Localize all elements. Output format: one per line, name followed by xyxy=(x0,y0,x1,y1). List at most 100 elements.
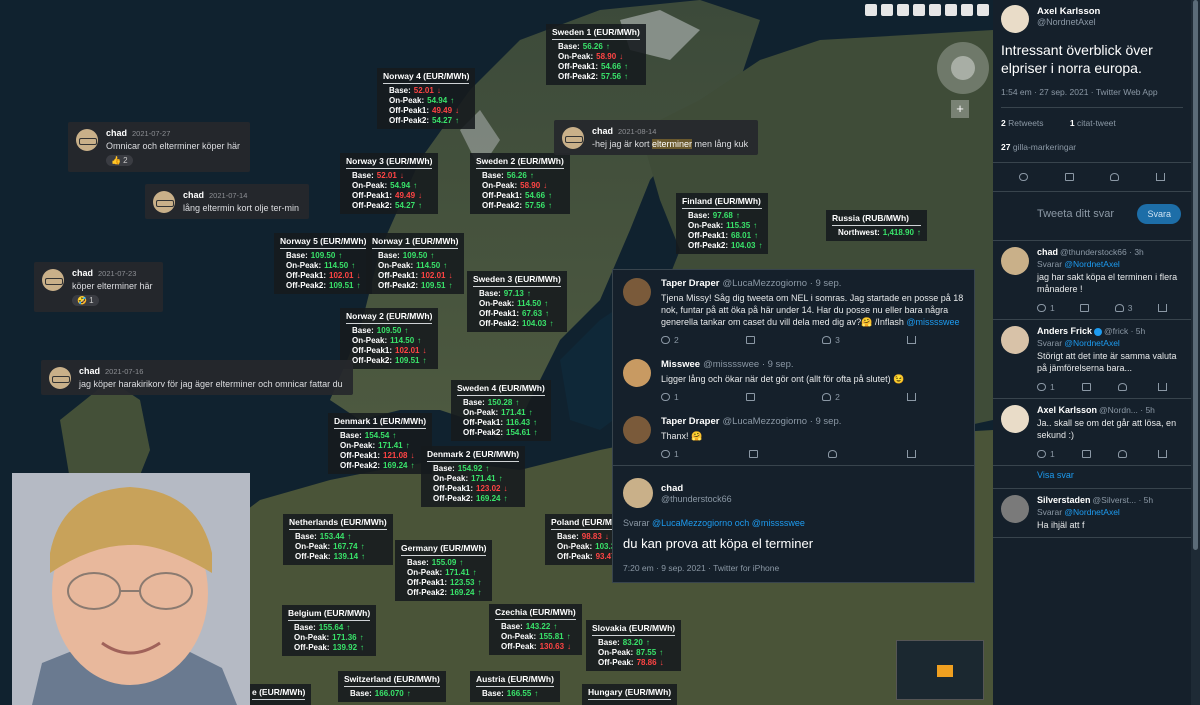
chat-author[interactable]: chad xyxy=(183,190,204,200)
retweet-button[interactable] xyxy=(745,335,755,345)
reply-tweet-last[interactable]: Silverstaden @Silverst... · 5h Svarar @No… xyxy=(993,489,1191,538)
reply-button[interactable]: 1 xyxy=(661,392,679,402)
chat-author[interactable]: chad xyxy=(592,126,613,136)
reaction-badge[interactable]: 👍 2 xyxy=(106,155,133,166)
price-box-sweden4[interactable]: Sweden 4 (EUR/MWh) Base: 150.28 ↑ On-Peak: 17… xyxy=(451,380,551,441)
price-box-norway4[interactable]: Norway 4 (EUR/MWh) Base: 52.01 ↓ On-Peak: 54.… xyxy=(377,68,476,129)
thread-tweet-2[interactable]: Misswee @misssswee · 9 sep. Ligger lång o… xyxy=(613,351,974,408)
fullscreen-icon[interactable] xyxy=(929,4,941,16)
avatar[interactable] xyxy=(42,269,64,291)
show-replies-link[interactable]: Visa svar xyxy=(993,466,1191,489)
avatar[interactable] xyxy=(1001,5,1029,33)
author-name[interactable]: Axel Karlsson xyxy=(1037,6,1183,17)
chat-author[interactable]: chad xyxy=(106,128,127,138)
thread-tweet-3[interactable]: Taper Draper @LucaMezzogiorno · 9 sep. Th… xyxy=(613,408,974,465)
menu-icon[interactable] xyxy=(945,4,957,16)
price-box-slovakia[interactable]: Slovakia (EUR/MWh) Base: 83.20 ↑ On-Peak: 87.… xyxy=(586,620,682,671)
author-name[interactable]: Taper Draper xyxy=(661,278,719,289)
avatar[interactable] xyxy=(623,478,653,508)
reply-button[interactable]: 1 xyxy=(1037,303,1055,313)
scrollbar-thumb[interactable] xyxy=(1193,0,1198,550)
reply-tweet[interactable]: chad @thunderstock66 · 3h Svarar @NordnetA… xyxy=(993,241,1191,320)
price-box-sweden3[interactable]: Sweden 3 (EUR/MWh) Base: 97.13 ↑ On-Peak: 114… xyxy=(467,271,567,332)
focused-tweet[interactable]: chad @thunderstock66 Svarar @LucaMezzogi… xyxy=(613,465,974,581)
chat-author[interactable]: chad xyxy=(72,268,93,278)
avatar[interactable] xyxy=(623,416,651,444)
price-box-austria[interactable]: Austria (EUR/MWh) Base: 166.55 ↑ xyxy=(470,671,560,702)
avatar[interactable] xyxy=(623,278,651,306)
retweet-button[interactable] xyxy=(1080,303,1090,313)
price-box-denmark2[interactable]: Denmark 2 (EUR/MWh) Base: 154.92 ↑ On-Peak: 1… xyxy=(421,446,526,507)
reply-tweet[interactable]: Axel Karlsson @Nordn... · 5h Ja.. skall se… xyxy=(993,399,1191,466)
price-box-russia[interactable]: Russia (RUB/MWh) Northwest: 1,418.90 ↑ xyxy=(826,210,927,241)
tweet-timestamp[interactable]: 1:54 em · 27 sep. 2021 · Twitter Web App xyxy=(1001,87,1183,108)
avatar[interactable] xyxy=(1001,247,1029,275)
image-icon[interactable] xyxy=(881,4,893,16)
price-box-sweden2[interactable]: Sweden 2 (EUR/MWh) Base: 56.26 ↑ On-Peak: 58.… xyxy=(470,153,570,214)
print-icon[interactable] xyxy=(913,4,925,16)
avatar[interactable] xyxy=(1001,326,1029,354)
reply-button[interactable]: 1 xyxy=(661,449,679,459)
price-box-norway3[interactable]: Norway 3 (EUR/MWh) Base: 52.01 ↓ On-Peak: 54.… xyxy=(340,153,439,214)
reply-input[interactable]: Tweeta ditt svar xyxy=(1037,208,1114,220)
reply-button[interactable]: 1 xyxy=(1037,382,1055,392)
quote-stat[interactable]: 1 citat-tweet xyxy=(1070,118,1128,128)
reply-submit-button[interactable]: Svara xyxy=(1137,204,1181,224)
price-box-sweden1[interactable]: Sweden 1 (EUR/MWh) Base: 56.26 ↑ On-Peak: 58.… xyxy=(546,24,646,85)
price-box-denmark1[interactable]: Denmark 1 (EUR/MWh) Base: 154.54 ↑ On-Peak: 1… xyxy=(328,413,433,474)
layers-icon[interactable] xyxy=(865,4,877,16)
avatar[interactable] xyxy=(1001,405,1029,433)
replying-to-link[interactable]: @NordnetAxel xyxy=(1064,259,1119,269)
share-icon[interactable] xyxy=(1155,173,1165,181)
chat-message[interactable]: chad 2021-07-23 köper elterminer här 🤣 1 xyxy=(34,262,163,312)
like-button[interactable]: 3 xyxy=(822,335,840,345)
tweet-timestamp[interactable]: 7:20 em · 9 sep. 2021 · Twitter for iPho… xyxy=(623,563,964,573)
price-box-france[interactable]: e (EUR/MWh) xyxy=(246,684,312,705)
like-stat[interactable]: 27 gilla-markeringar xyxy=(1001,142,1183,152)
like-button[interactable] xyxy=(1117,449,1131,459)
chat-message[interactable]: chad 2021-07-27 Omnicar och elterminer köp… xyxy=(68,122,251,172)
price-box-czechia[interactable]: Czechia (EUR/MWh) Base: 143.22 ↑ On-Peak: 155… xyxy=(489,604,582,655)
retweet-button[interactable] xyxy=(745,392,755,402)
chat-message[interactable]: chad 2021-07-16 jag köper harakirikorv för… xyxy=(41,360,353,395)
avatar[interactable] xyxy=(1001,495,1029,523)
replying-to-link[interactable]: @NordnetAxel xyxy=(1064,507,1119,517)
reply-button[interactable]: 1 xyxy=(1037,449,1055,459)
retweet-stat[interactable]: 2 Retweets xyxy=(1001,118,1056,128)
retweet-icon[interactable] xyxy=(1064,173,1074,181)
like-button[interactable]: 3 xyxy=(1114,303,1132,313)
avatar[interactable] xyxy=(153,191,175,213)
zoom-in-button[interactable]: + xyxy=(951,100,969,118)
author-name[interactable]: chad xyxy=(1037,247,1058,257)
avatar[interactable] xyxy=(562,127,584,149)
avatar[interactable] xyxy=(623,359,651,387)
price-box-hungary[interactable]: Hungary (EUR/MWh) xyxy=(582,684,678,705)
share-button[interactable] xyxy=(1157,449,1167,459)
price-box-netherlands[interactable]: Netherlands (EUR/MWh) Base: 153.44 ↑ On-Peak… xyxy=(283,514,393,565)
camera-icon[interactable] xyxy=(897,4,909,16)
share-button[interactable] xyxy=(906,335,916,345)
like-button[interactable] xyxy=(1117,382,1131,392)
price-box-norway5[interactable]: Norway 5 (EUR/MWh) Base: 109.50 ↑ On-Peak: 11… xyxy=(274,233,373,294)
avatar[interactable] xyxy=(76,129,98,151)
map-navigation-control[interactable] xyxy=(937,42,989,94)
reaction-badge[interactable]: 🤣 1 xyxy=(72,295,99,306)
price-box-belgium[interactable]: Belgium (EUR/MWh) Base: 155.64 ↑ On-Peak: 171… xyxy=(282,605,377,656)
author-name[interactable]: Misswee xyxy=(661,359,700,370)
reply-button[interactable]: 2 xyxy=(661,335,679,345)
retweet-button[interactable] xyxy=(1081,382,1091,392)
author-name[interactable]: Taper Draper xyxy=(661,416,719,427)
scrollbar[interactable] xyxy=(1191,0,1200,705)
overview-minimap[interactable] xyxy=(896,640,984,700)
avatar[interactable] xyxy=(49,367,71,389)
replying-to-link[interactable]: @LucaMezzogiorno och @misssswee xyxy=(652,518,805,528)
share-button[interactable] xyxy=(906,449,916,459)
reply-icon[interactable] xyxy=(1019,173,1029,181)
share-button[interactable] xyxy=(906,392,916,402)
retweet-button[interactable] xyxy=(748,449,758,459)
price-box-norway2[interactable]: Norway 2 (EUR/MWh) Base: 109.50 ↑ On-Peak: 11… xyxy=(340,308,439,369)
like-button[interactable] xyxy=(827,449,837,459)
chat-message[interactable]: chad 2021-07-14 lång eltermin kort olje te… xyxy=(145,184,310,219)
retweet-button[interactable] xyxy=(1081,449,1091,459)
chat-message[interactable]: chad 2021-08-14 -hej jag är kort eltermine… xyxy=(554,120,759,155)
